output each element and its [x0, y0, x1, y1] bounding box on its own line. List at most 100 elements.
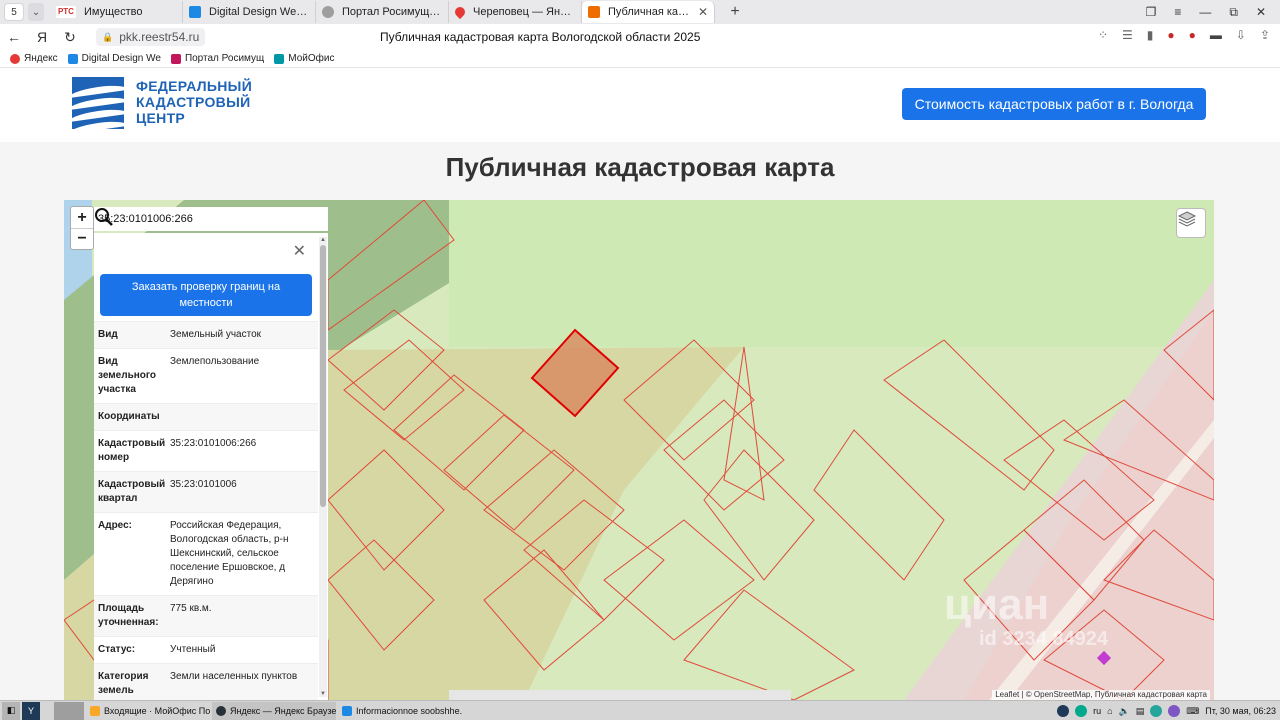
os-taskbar: ◧ Y Входящие · МойОфис По... Яндекс — Ян…: [0, 700, 1280, 720]
window-controls: ❐ ≡ — ⧉ ✕: [1146, 0, 1280, 24]
page-title-in-bar: Публичная кадастровая карта Вологодской …: [380, 30, 701, 44]
yandex-launcher-icon[interactable]: Y: [22, 701, 40, 720]
desktop-icon[interactable]: [54, 701, 84, 720]
zoom-out-button[interactable]: −: [71, 228, 93, 249]
rts-favicon-icon: РТС: [56, 6, 76, 18]
scrollbar-thumb[interactable]: [320, 245, 326, 507]
panel-scrollbar[interactable]: ▲ ▼: [319, 237, 327, 697]
main-content: Публичная кадастровая карта циан id 3234…: [0, 142, 1280, 700]
close-window-icon[interactable]: ✕: [1256, 5, 1266, 19]
extension-icon[interactable]: ●: [1189, 28, 1196, 42]
zoom-control: + −: [70, 206, 94, 250]
address-bar: ← Я ↻ 🔒 pkk.reestr54.ru Публичная кадаст…: [0, 24, 1280, 50]
house-favicon-icon: [588, 6, 600, 18]
close-icon[interactable]: ✕: [293, 241, 306, 261]
close-icon[interactable]: ✕: [698, 5, 708, 19]
volume-icon[interactable]: 🔈: [1119, 706, 1130, 717]
apps-icon[interactable]: ⁘: [1098, 28, 1108, 42]
search-icon[interactable]: [94, 207, 114, 227]
tab-title: Портал Росимущества: [342, 6, 442, 18]
yandex-browser-icon: [216, 705, 226, 716]
parcel-properties: Вид Земельный участок Вид земельного учас…: [94, 321, 318, 700]
menu-icon[interactable]: ≡: [1174, 5, 1181, 19]
url-text: pkk.reestr54.ru: [119, 30, 200, 44]
reload-icon[interactable]: ↻: [56, 29, 84, 46]
cadastral-cost-button[interactable]: Стоимость кадастровых работ в г. Вологда: [902, 88, 1206, 120]
tab-counter[interactable]: 5: [4, 3, 24, 21]
myoffice-icon: [274, 53, 285, 64]
reader-icon[interactable]: ☰: [1122, 28, 1133, 42]
cadastral-search: [94, 207, 328, 231]
scroll-down-icon[interactable]: ▼: [319, 691, 327, 697]
tab-title: Имущество: [84, 6, 143, 18]
restore-icon[interactable]: ⧉: [1229, 5, 1238, 20]
tab-2[interactable]: Digital Design Web Client: [183, 1, 316, 23]
tab-title: Digital Design Web Client: [209, 6, 309, 18]
rosim-icon: [170, 53, 181, 64]
sync-icon[interactable]: [1150, 705, 1163, 717]
yandex-icon[interactable]: Я: [28, 29, 56, 45]
yandex-tray-icon[interactable]: [1057, 705, 1070, 717]
bookmark-icon[interactable]: ▮: [1147, 28, 1154, 42]
tab-5-active[interactable]: Публичная кадастровая ✕: [582, 1, 715, 23]
property-row: Кадастровый квартал 35:23:0101006: [94, 471, 318, 512]
bookmarks-bar: Яндекс Digital Design We Портал Росимущ …: [0, 50, 1280, 68]
layers-icon: [1177, 211, 1197, 227]
browser-tab-bar: 5 ⌄ РТС Имущество Digital Design Web Cli…: [0, 0, 1280, 24]
language-indicator[interactable]: ru: [1093, 706, 1101, 716]
taskbar-app-myoffice-mail[interactable]: Входящие · МойОфис По...: [86, 702, 210, 720]
extension-icon[interactable]: ●: [1167, 28, 1174, 42]
cadastral-search-input[interactable]: [98, 213, 298, 225]
url-field[interactable]: 🔒 pkk.reestr54.ru: [96, 28, 206, 46]
property-row: Кадастровый номер 35:23:0101006:266: [94, 430, 318, 471]
start-menu-icon[interactable]: ◧: [2, 701, 20, 720]
clipboard-icon[interactable]: ▤: [1136, 706, 1145, 717]
downloads-icon[interactable]: ⇩: [1236, 28, 1246, 42]
property-row: Вид земельного участка Землепользование: [94, 348, 318, 403]
digital-design-icon: [67, 53, 78, 64]
tab-1[interactable]: РТС Имущество: [50, 1, 183, 23]
property-row: Координаты: [94, 403, 318, 430]
bookmark-rosim[interactable]: Портал Росимущ: [170, 53, 264, 64]
zoom-in-button[interactable]: +: [71, 207, 93, 228]
address-bar-actions: ⁘ ☰ ▮ ● ● ▬ ⇩ ⇪: [1098, 28, 1270, 42]
fkc-logo-icon[interactable]: [72, 77, 124, 129]
map-attribution: Leaflet | © OpenStreetMap, Публичная кад…: [992, 690, 1210, 700]
layers-button[interactable]: [1176, 208, 1206, 238]
extension-icon[interactable]: ▬: [1210, 28, 1222, 42]
system-tray: ru ⌂ 🔈 ▤ ⌨ Пт, 30 мая, 06:23: [1057, 701, 1276, 721]
share-icon[interactable]: ⇪: [1260, 28, 1270, 42]
bookmark-digital-design[interactable]: Digital Design We: [67, 53, 161, 64]
cadastral-map[interactable]: циан id 3234 84924 + − ✕ Заказать провер…: [64, 200, 1214, 700]
minimize-icon[interactable]: —: [1199, 5, 1211, 19]
parcel-info-panel: ✕ Заказать проверку границ на местности …: [94, 233, 328, 700]
app-tray-icon[interactable]: [1168, 705, 1181, 717]
taskbar-app-document[interactable]: Informacionnoe soobshhe...: [338, 702, 462, 720]
order-boundary-check-button[interactable]: Заказать проверку границ на местности: [100, 274, 312, 316]
kaspersky-icon[interactable]: [1075, 705, 1088, 717]
document-icon: [342, 705, 352, 716]
tab-title: Публичная кадастровая: [608, 6, 694, 18]
property-row: Адрес: Российская Федерация, Вологодская …: [94, 512, 318, 595]
lock-icon: 🔒: [102, 31, 114, 42]
collections-icon[interactable]: ❐: [1146, 5, 1157, 19]
scroll-up-icon[interactable]: ▲: [319, 237, 327, 243]
chevron-down-icon[interactable]: ⌄: [28, 3, 44, 21]
new-tab-button[interactable]: +: [725, 3, 745, 21]
yandex-icon: [10, 53, 20, 64]
network-icon[interactable]: ⌂: [1107, 706, 1112, 716]
digital-design-favicon-icon: [189, 6, 201, 18]
tab-3[interactable]: Портал Росимущества: [316, 1, 449, 23]
bookmark-myoffice[interactable]: МойОфис: [274, 53, 334, 64]
logo-text[interactable]: ФЕДЕРАЛЬНЫЙ КАДАСТРОВЫЙ ЦЕНТР: [136, 78, 266, 126]
taskbar-app-yandex-browser[interactable]: Яндекс — Яндекс Браузер: [212, 701, 336, 720]
keyboard-icon[interactable]: ⌨: [1186, 706, 1199, 717]
property-row: Площадь уточненная: 775 кв.м.: [94, 595, 318, 636]
mail-icon: [90, 705, 100, 716]
tab-4[interactable]: Череповец — Яндекс Карты: [449, 1, 582, 23]
bookmark-yandex[interactable]: Яндекс: [10, 53, 58, 64]
property-row: Статус: Учтенный: [94, 636, 318, 663]
back-icon[interactable]: ←: [0, 29, 28, 45]
tab-title: Череповец — Яндекс Карты: [473, 6, 575, 18]
clock[interactable]: Пт, 30 мая, 06:23: [1205, 706, 1276, 716]
